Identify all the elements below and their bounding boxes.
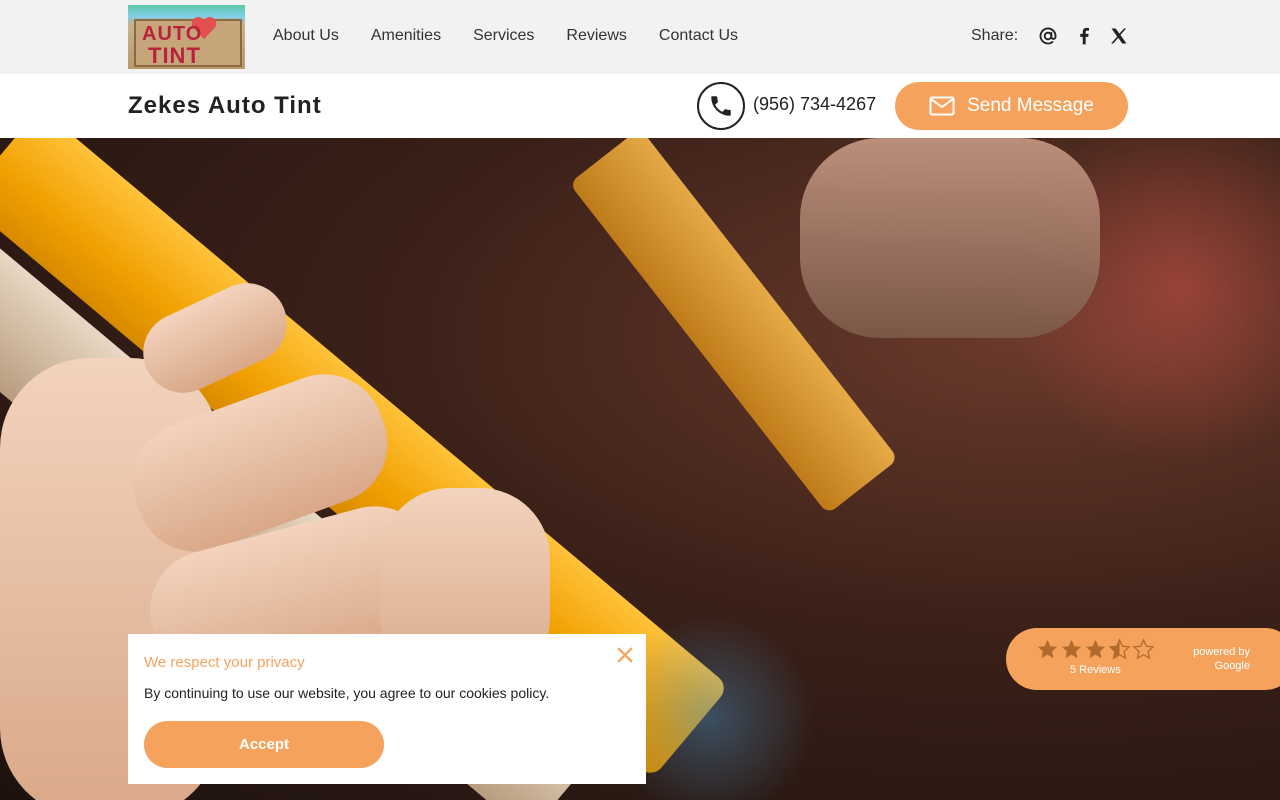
powered-by-line: powered by — [1193, 646, 1250, 658]
star-full-icon — [1085, 639, 1106, 659]
accept-button[interactable]: Accept — [144, 721, 384, 768]
logo-word-tint: TINT — [148, 43, 201, 68]
send-message-button[interactable]: Send Message — [895, 82, 1128, 130]
star-full-icon — [1037, 639, 1058, 659]
send-message-label: Send Message — [967, 95, 1094, 116]
logo[interactable]: AUTO TINT — [128, 5, 245, 69]
facebook-icon[interactable] — [1072, 24, 1096, 48]
star-empty-icon — [1132, 638, 1155, 660]
phone-icon[interactable] — [697, 82, 745, 130]
powered-by-google: powered by Google — [1176, 645, 1250, 673]
review-count: 5 Reviews — [1070, 664, 1121, 676]
cookie-text: By continuing to use our website, you ag… — [144, 685, 550, 701]
share-label: Share: — [971, 27, 1019, 44]
at-icon[interactable] — [1036, 24, 1060, 48]
cookie-title: We respect your privacy — [144, 654, 305, 671]
star-full-icon — [1061, 639, 1082, 659]
top-navigation: AUTO TINT About Us Amenities Services Re… — [0, 0, 1280, 74]
nav-about-us[interactable]: About Us — [273, 26, 339, 46]
close-icon[interactable] — [614, 644, 636, 666]
contact-bar: Zekes Auto Tint (956) 734-4267 Send Mess… — [0, 74, 1280, 138]
business-name: Zekes Auto Tint — [128, 92, 322, 119]
phone-number[interactable]: (956) 734-4267 — [753, 94, 876, 115]
google-label: Google — [1214, 660, 1250, 672]
x-icon[interactable] — [1107, 24, 1131, 48]
envelope-icon — [929, 96, 955, 116]
nav-amenities[interactable]: Amenities — [371, 26, 441, 46]
nav-reviews[interactable]: Reviews — [566, 26, 626, 46]
main-nav: About Us Amenities Services Reviews Cont… — [273, 26, 770, 46]
star-rating — [1036, 638, 1155, 661]
star-half-icon — [1108, 638, 1131, 660]
reviews-widget[interactable]: 5 Reviews powered by Google — [1006, 628, 1280, 690]
hero-hand-background — [800, 138, 1100, 338]
cookie-banner: We respect your privacy By continuing to… — [128, 634, 646, 784]
nav-contact-us[interactable]: Contact Us — [659, 26, 738, 46]
nav-services[interactable]: Services — [473, 26, 534, 46]
